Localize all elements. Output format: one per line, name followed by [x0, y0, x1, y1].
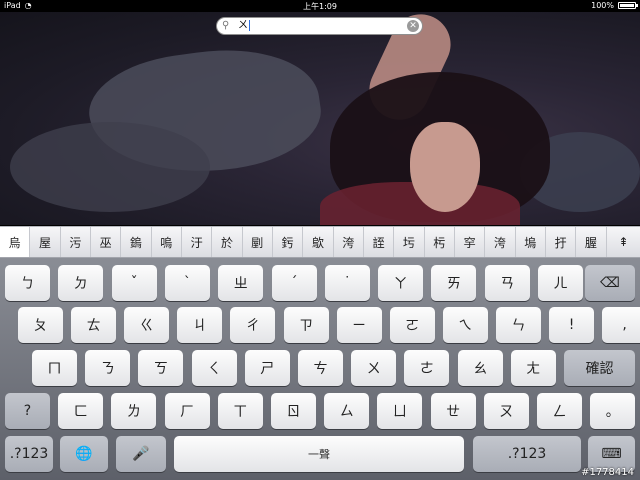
- microphone-icon[interactable]: 🎤: [116, 436, 166, 472]
- key-ㄢ[interactable]: ㄢ: [484, 265, 530, 301]
- key-ㄡ[interactable]: ㄡ: [483, 393, 529, 429]
- key-ㄨ[interactable]: ㄨ: [351, 350, 397, 386]
- key-ㄓ[interactable]: ㄓ: [218, 265, 264, 301]
- key-ㄖ[interactable]: ㄖ: [271, 393, 316, 429]
- key-ˊ[interactable]: ˊ: [271, 265, 317, 301]
- status-bar: iPad ◔ 上午1:09 100%: [0, 0, 640, 12]
- candidate-item[interactable]: 巫: [91, 227, 122, 257]
- key-ㄌ[interactable]: ㄌ: [111, 393, 157, 429]
- key-ㄏ[interactable]: ㄏ: [164, 393, 210, 429]
- key-ㄟ[interactable]: ㄟ: [442, 307, 488, 343]
- key-ㄋ[interactable]: ㄋ: [85, 350, 131, 386]
- key-ㄧ[interactable]: ㄧ: [336, 307, 382, 343]
- candidate-item[interactable]: 嗚: [152, 227, 182, 257]
- keyboard: ㄅㄉ ˇ ˋ ㄓ ˊ ˙ ㄚㄞㄢㄦ ⌫ ㄆㄊㄍㄐㄔㄗㄧㄛㄟㄣ!, ㄇㄋㄎㄑㄕㄘㄨㄜㄠㄤ確認? ㄈㄌㄏ…: [0, 258, 640, 480]
- key-ㄊ[interactable]: ㄊ: [71, 307, 117, 343]
- candidate-item[interactable]: 穻: [455, 227, 486, 257]
- space-key[interactable]: 一聲: [174, 436, 464, 472]
- status-time: 上午1:09: [303, 2, 337, 11]
- key-ˋ[interactable]: ˋ: [164, 265, 210, 301]
- candidate-item[interactable]: 腛: [576, 227, 607, 257]
- candidate-item[interactable]: 烏: [0, 227, 31, 257]
- key-ㄞ[interactable]: ㄞ: [431, 265, 477, 301]
- numbers-key-right[interactable]: .?123: [473, 436, 581, 472]
- key-ˇ[interactable]: ˇ: [111, 265, 157, 301]
- candidate-item[interactable]: 塢: [516, 227, 546, 257]
- candidate-item[interactable]: 於: [212, 227, 243, 257]
- key-ㄍ[interactable]: ㄍ: [124, 307, 170, 343]
- key-ㄇ[interactable]: ㄇ: [32, 350, 77, 386]
- key-ㄣ[interactable]: ㄣ: [495, 307, 541, 343]
- numbers-key[interactable]: .?123: [5, 436, 53, 472]
- candidate-item[interactable]: 釫: [273, 227, 304, 257]
- key-ㄤ[interactable]: ㄤ: [510, 350, 556, 386]
- candidate-item[interactable]: 誈: [364, 227, 395, 257]
- key-˙[interactable]: ˙: [324, 265, 370, 301]
- status-right: 100%: [591, 1, 638, 10]
- wallpaper: [0, 12, 640, 225]
- search-text: ㄨ: [238, 20, 248, 31]
- key-ㄗ[interactable]: ㄗ: [283, 307, 329, 343]
- confirm-key[interactable]: 確認: [564, 350, 635, 386]
- expand-candidates-button[interactable]: ⇞: [607, 227, 640, 257]
- key-ㄜ[interactable]: ㄜ: [404, 350, 450, 386]
- search-field[interactable]: ⚲ ㄨ ✕: [216, 17, 423, 35]
- candidate-item[interactable]: 屋: [30, 227, 61, 257]
- candidate-item[interactable]: 汙: [182, 227, 213, 257]
- key-?[interactable]: ?: [5, 393, 50, 429]
- candidate-bar: 烏屋污巫鎢嗚汙於剭釫歍洿誈圬杇穻洿塢扜腛 ⇞: [0, 226, 640, 258]
- candidate-item[interactable]: 污: [61, 227, 91, 257]
- candidate-item[interactable]: 扜: [546, 227, 577, 257]
- key-ㄈ[interactable]: ㄈ: [58, 393, 104, 429]
- key-ㄘ[interactable]: ㄘ: [298, 350, 343, 386]
- search-icon: ⚲: [222, 20, 230, 31]
- search-input[interactable]: ㄨ: [238, 19, 407, 33]
- candidate-item[interactable]: 杇: [425, 227, 455, 257]
- key-ㄠ[interactable]: ㄠ: [457, 350, 503, 386]
- key-ㄕ[interactable]: ㄕ: [244, 350, 290, 386]
- key-ㄛ[interactable]: ㄛ: [389, 307, 435, 343]
- key-![interactable]: !: [549, 307, 594, 343]
- key-ㄅ[interactable]: ㄅ: [5, 265, 50, 301]
- key-ㄑ[interactable]: ㄑ: [191, 350, 237, 386]
- key-ㄚ[interactable]: ㄚ: [378, 265, 424, 301]
- key-ㄥ[interactable]: ㄥ: [537, 393, 582, 429]
- key-ㄒ[interactable]: ㄒ: [217, 393, 263, 429]
- watermark: #1778414: [581, 467, 634, 478]
- candidate-item[interactable]: 圬: [394, 227, 425, 257]
- key-,[interactable]: ,: [602, 307, 640, 343]
- battery-icon: [618, 2, 638, 9]
- candidate-item[interactable]: 歍: [303, 227, 334, 257]
- key-ㄩ[interactable]: ㄩ: [377, 393, 423, 429]
- candidate-item[interactable]: 剭: [243, 227, 273, 257]
- key-ㄉ[interactable]: ㄉ: [58, 265, 104, 301]
- candidate-item[interactable]: 洿: [334, 227, 364, 257]
- key-ㄎ[interactable]: ㄎ: [138, 350, 184, 386]
- key-ㄦ[interactable]: ㄦ: [538, 265, 583, 301]
- key-ㄔ[interactable]: ㄔ: [230, 307, 276, 343]
- delete-key[interactable]: ⌫: [585, 265, 635, 301]
- text-caret: [249, 19, 250, 31]
- key-ㄆ[interactable]: ㄆ: [18, 307, 63, 343]
- globe-icon[interactable]: 🌐: [60, 436, 108, 472]
- key-。[interactable]: 。: [590, 393, 636, 429]
- clear-icon[interactable]: ✕: [407, 20, 419, 32]
- candidate-item[interactable]: 鎢: [121, 227, 152, 257]
- candidate-item[interactable]: 洿: [485, 227, 516, 257]
- key-ㄝ[interactable]: ㄝ: [430, 393, 476, 429]
- battery-percent: 100%: [591, 1, 614, 10]
- key-ㄙ[interactable]: ㄙ: [324, 393, 370, 429]
- key-ㄐ[interactable]: ㄐ: [177, 307, 223, 343]
